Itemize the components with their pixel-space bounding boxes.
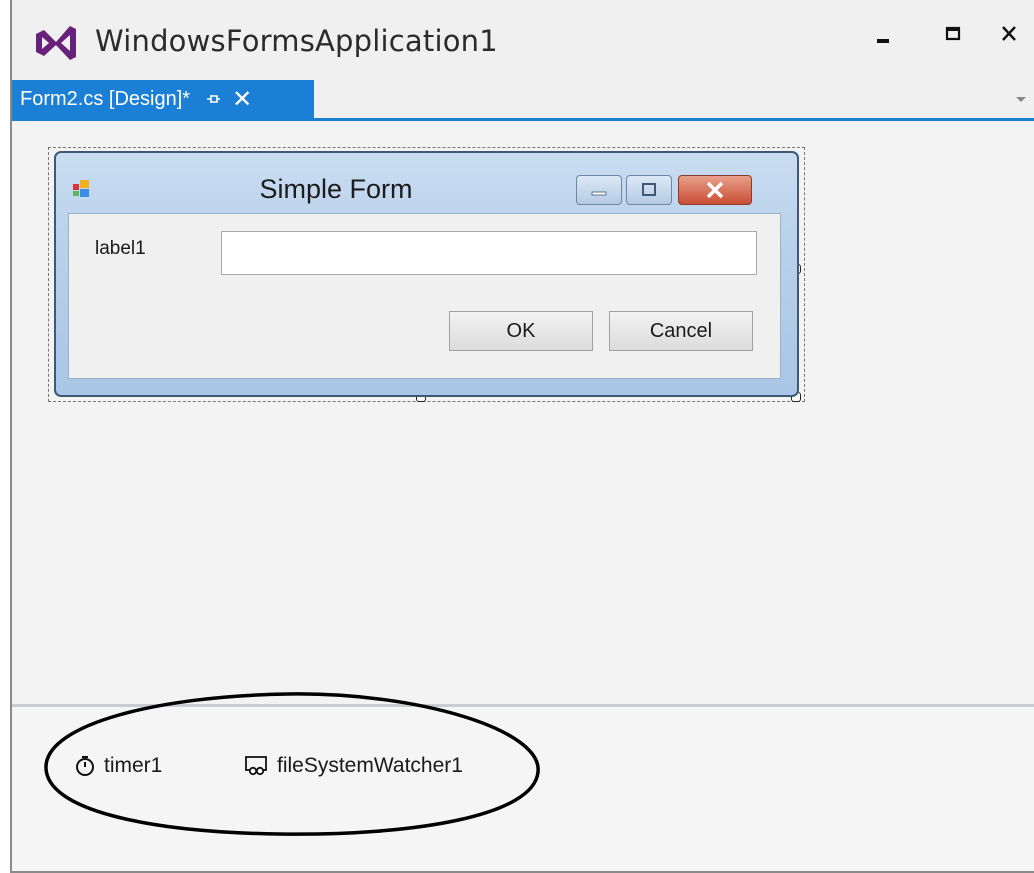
label1: label1 [95, 238, 146, 259]
tab-label: Form2.cs [Design]* [20, 87, 191, 110]
maximize-icon [945, 26, 961, 41]
form-client-area: label1 OK Cancel [68, 213, 781, 379]
textbox1[interactable] [221, 231, 757, 275]
maximize-button[interactable] [932, 14, 976, 58]
minimize-icon [877, 39, 889, 43]
close-icon [706, 181, 724, 199]
form-close-button[interactable] [678, 175, 752, 205]
document-tab-strip: Form2.cs [Design]* ✕ [12, 80, 1034, 121]
tab-close-icon[interactable]: ✕ [232, 87, 252, 111]
tray-item-timer1[interactable]: timer1 [74, 754, 162, 778]
minimize-icon [591, 191, 607, 196]
tray-item-label: fileSystemWatcher1 [277, 754, 463, 777]
file-system-watcher-icon [245, 756, 267, 776]
minimize-button[interactable] [862, 14, 906, 58]
pin-icon[interactable] [204, 90, 222, 108]
tray-item-label: timer1 [104, 754, 163, 777]
form-minimize-button[interactable] [576, 175, 622, 205]
close-button[interactable] [987, 14, 1031, 58]
component-tray [12, 707, 1034, 871]
cancel-button[interactable]: Cancel [609, 311, 753, 351]
timer-icon [76, 756, 94, 776]
simple-form-window[interactable]: Simple Form label1 OK Cancel [54, 151, 799, 397]
visual-studio-window: WindowsFormsApplication1 Form2.cs [Desig… [10, 0, 1034, 873]
tray-item-filesystemwatcher1[interactable]: fileSystemWatcher1 [245, 754, 463, 778]
title-bar: WindowsFormsApplication1 [12, 0, 1034, 80]
form-title: Simple Form [259, 174, 413, 204]
form-maximize-button[interactable] [626, 175, 672, 205]
close-icon [1002, 26, 1016, 41]
app-title: WindowsFormsApplication1 [95, 24, 498, 58]
tab-form2-design[interactable]: Form2.cs [Design]* ✕ [12, 80, 314, 118]
visual-studio-logo-icon [36, 26, 76, 60]
maximize-icon [642, 183, 656, 196]
ok-button[interactable]: OK [449, 311, 593, 351]
tab-dropdown-icon[interactable] [1014, 92, 1028, 106]
